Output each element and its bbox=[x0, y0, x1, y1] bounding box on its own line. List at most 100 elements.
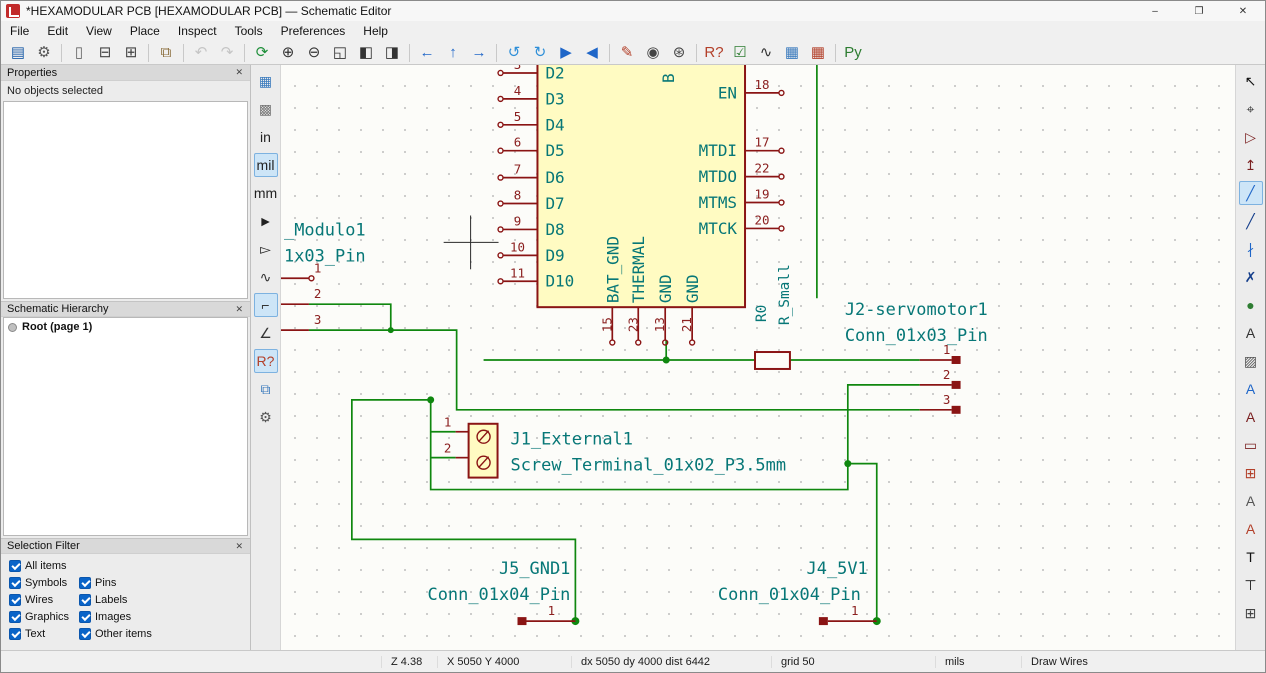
close-button[interactable]: ✕ bbox=[1221, 1, 1265, 21]
menu-file[interactable]: File bbox=[1, 22, 38, 40]
redo-button[interactable]: ↷ bbox=[215, 42, 239, 64]
edit-symbol-fields-button[interactable]: ✎ bbox=[615, 42, 639, 64]
pin-number: 18 bbox=[754, 77, 769, 92]
menu-help[interactable]: Help bbox=[354, 22, 397, 40]
menu-preferences[interactable]: Preferences bbox=[272, 22, 355, 40]
undo-button[interactable]: ↶ bbox=[189, 42, 213, 64]
units-mm-button[interactable]: mm bbox=[254, 181, 278, 205]
print-button[interactable]: ⊟ bbox=[93, 42, 117, 64]
net-class-directive-tool[interactable]: ▨ bbox=[1239, 349, 1263, 373]
filter-pins[interactable]: Pins bbox=[79, 577, 242, 589]
no-connect-tool[interactable]: ✗ bbox=[1239, 265, 1263, 289]
line-mode-free-button[interactable]: ∠ bbox=[254, 321, 278, 345]
zoom-out-button[interactable]: ⊖ bbox=[302, 42, 326, 64]
menu-place[interactable]: Place bbox=[121, 22, 169, 40]
filter-all-items[interactable]: All items bbox=[9, 560, 73, 572]
grid-show-button[interactable]: ▦ bbox=[254, 69, 278, 93]
ic-symbol[interactable]: 3 4 5 6 7 8 9 10 11 D2 D3 D4 D5 D6 bbox=[497, 65, 785, 346]
rotate-ccw-button[interactable]: ↺ bbox=[502, 42, 526, 64]
menu-tools[interactable]: Tools bbox=[226, 22, 272, 40]
j4-connector-symbol[interactable]: J4_5V1 Conn_01x04_Pin 1 bbox=[718, 558, 877, 626]
annotate-button[interactable]: R? bbox=[702, 42, 726, 64]
zoom-selection-button[interactable]: ◨ bbox=[380, 42, 404, 64]
nav-up-button[interactable]: ↑ bbox=[441, 42, 465, 64]
filter-wires[interactable]: Wires bbox=[9, 594, 73, 606]
units-inch-button[interactable]: in bbox=[254, 125, 278, 149]
add-symbol-tool[interactable]: ▷ bbox=[1239, 125, 1263, 149]
import-sheet-pin-tool[interactable]: ⊞ bbox=[1239, 461, 1263, 485]
hierarchy-root-item[interactable]: Root (page 1) bbox=[8, 321, 243, 333]
draw-wire-tool[interactable]: ╱ bbox=[1238, 181, 1263, 205]
hierarchy-close-icon[interactable]: ✕ bbox=[234, 304, 244, 315]
simulator-button[interactable]: ∿ bbox=[754, 42, 778, 64]
filter-images[interactable]: Images bbox=[79, 611, 242, 623]
page-settings-button[interactable]: ▯ bbox=[67, 42, 91, 64]
schematic-canvas[interactable]: 3 4 5 6 7 8 9 10 11 D2 D3 D4 D5 D6 bbox=[281, 65, 1235, 650]
net-label-tool[interactable]: A bbox=[1239, 321, 1263, 345]
toolbar-icon: → bbox=[471, 44, 487, 61]
units-mil-button[interactable]: mil bbox=[253, 153, 278, 177]
properties-panel: Properties ✕ No objects selected bbox=[1, 65, 250, 301]
filter-other-items[interactable]: Other items bbox=[79, 628, 242, 640]
find-button[interactable]: ◉ bbox=[641, 42, 665, 64]
highlight-net-tool[interactable]: ⌖ bbox=[1239, 97, 1263, 121]
maximize-button[interactable]: ❐ bbox=[1177, 1, 1221, 21]
bom-button[interactable]: ▦ bbox=[806, 42, 830, 64]
module-symbol[interactable]: _Modulo1 1x03_Pin 1 2 3 bbox=[281, 219, 366, 331]
sheet-pin-tool[interactable]: A bbox=[1239, 489, 1263, 513]
global-label-tool[interactable]: A bbox=[1239, 377, 1263, 401]
schematic-drawing[interactable]: 3 4 5 6 7 8 9 10 11 D2 D3 D4 D5 D6 bbox=[281, 65, 1235, 650]
add-text-tool[interactable]: T bbox=[1239, 545, 1263, 569]
rotate-cw-button[interactable]: ↻ bbox=[528, 42, 552, 64]
hierarchy-navigator-button[interactable]: ⧉ bbox=[254, 377, 278, 401]
save-button[interactable]: ▤ bbox=[6, 42, 30, 64]
nav-forward-button[interactable]: → bbox=[467, 42, 491, 64]
zoom-objects-button[interactable]: ◧ bbox=[354, 42, 378, 64]
show-hidden-pins-button[interactable]: ∿ bbox=[254, 265, 278, 289]
select-tool[interactable]: ↖ bbox=[1239, 69, 1263, 93]
j5-connector-symbol[interactable]: J5_GND1 Conn_01x04_Pin 1 bbox=[428, 558, 576, 626]
add-sheet-tool[interactable]: ▭ bbox=[1239, 433, 1263, 457]
paste-button[interactable]: ⧉ bbox=[154, 42, 178, 64]
cursor-shape-button[interactable]: ► bbox=[254, 209, 278, 233]
plot-button[interactable]: ⊞ bbox=[119, 42, 143, 64]
zoom-in-button[interactable]: ⊕ bbox=[276, 42, 300, 64]
grid-override-button[interactable]: ▩ bbox=[254, 97, 278, 121]
add-table-tool[interactable]: ⊞ bbox=[1239, 601, 1263, 625]
bus-entry-tool[interactable]: ∤ bbox=[1239, 237, 1263, 261]
mirror-v-button[interactable]: ◀ bbox=[580, 42, 604, 64]
properties-toggle-button[interactable]: ⚙ bbox=[254, 405, 278, 429]
resistor-symbol[interactable]: R0 R_Small bbox=[754, 264, 793, 370]
minimize-button[interactable]: – bbox=[1133, 1, 1177, 21]
zoom-fit-button[interactable]: ◱ bbox=[328, 42, 352, 64]
menu-view[interactable]: View bbox=[77, 22, 121, 40]
properties-close-icon[interactable]: ✕ bbox=[234, 67, 244, 78]
filter-graphics[interactable]: Graphics bbox=[9, 611, 73, 623]
menu-edit[interactable]: Edit bbox=[38, 22, 77, 40]
mirror-h-button[interactable]: ▶ bbox=[554, 42, 578, 64]
add-textbox-tool[interactable]: ⊤ bbox=[1239, 573, 1263, 597]
nav-back-button[interactable]: ← bbox=[415, 42, 439, 64]
menu-inspect[interactable]: Inspect bbox=[169, 22, 226, 40]
symbol-fields-table-button[interactable]: ▦ bbox=[780, 42, 804, 64]
j1-screw-terminal-symbol[interactable]: 1 2 J1_External1 Screw_Terminal_01x02_P3… bbox=[444, 415, 786, 479]
filter-symbols[interactable]: Symbols bbox=[9, 577, 73, 589]
hierarchical-label-tool[interactable]: A bbox=[1239, 405, 1263, 429]
add-power-tool[interactable]: ↥ bbox=[1239, 153, 1263, 177]
refresh-button[interactable]: ⟳ bbox=[250, 42, 274, 64]
filter-labels[interactable]: Labels bbox=[79, 594, 242, 606]
rail-icon: ⧉ bbox=[260, 381, 271, 397]
annotate-auto-button[interactable]: R? bbox=[253, 349, 278, 373]
schematic-setup-button[interactable]: ⚙ bbox=[32, 42, 56, 64]
scripting-console-button[interactable]: Py bbox=[841, 42, 865, 64]
selection-filter-close-icon[interactable]: ✕ bbox=[234, 541, 244, 552]
line-mode-90-button[interactable]: ⌐ bbox=[253, 293, 278, 317]
find-replace-button[interactable]: ⊛ bbox=[667, 42, 691, 64]
import-hier-label-tool[interactable]: A bbox=[1239, 517, 1263, 541]
cursor-45-button[interactable]: ▻ bbox=[254, 237, 278, 261]
erc-button[interactable]: ☑ bbox=[728, 42, 752, 64]
draw-bus-tool[interactable]: ╱ bbox=[1239, 209, 1263, 233]
filter-text[interactable]: Text bbox=[9, 628, 73, 640]
junction-tool[interactable]: ● bbox=[1239, 293, 1263, 317]
j2-connector-symbol[interactable]: J2-servomotor1 Conn_01x03_Pin 1 2 3 bbox=[845, 299, 988, 414]
